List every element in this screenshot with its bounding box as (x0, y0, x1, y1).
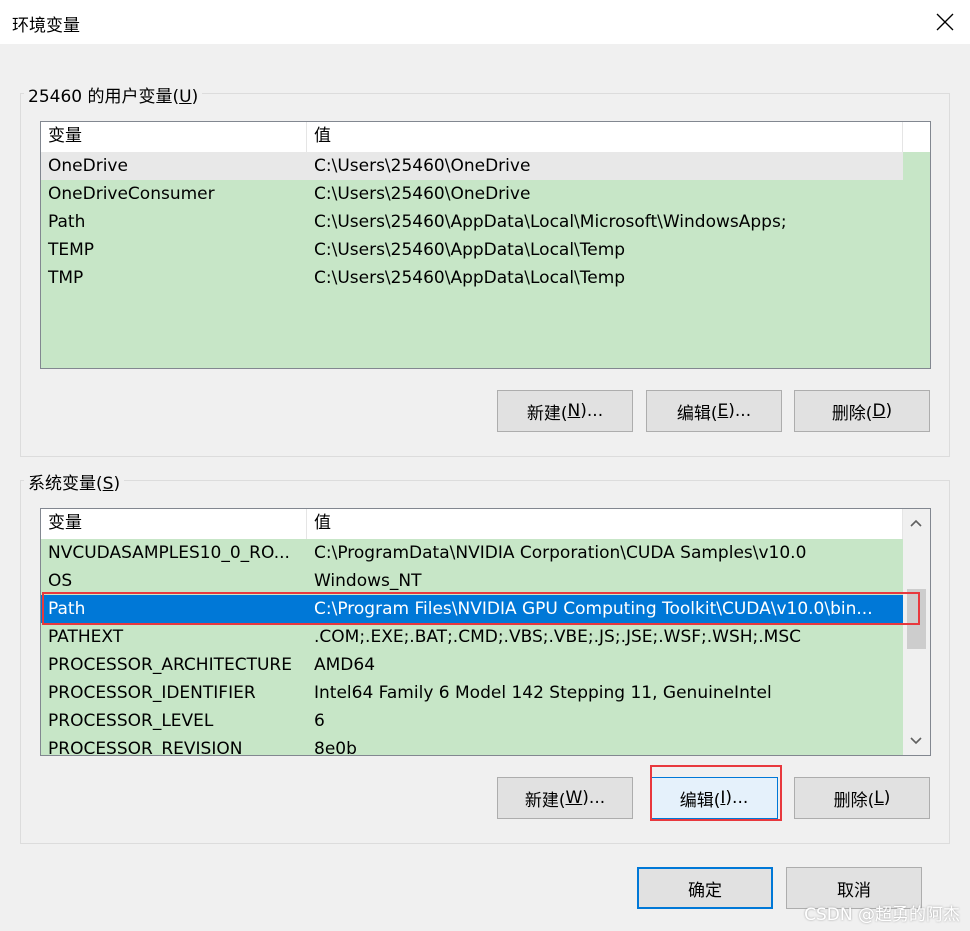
var-value: C:\ProgramData\NVIDIA Corporation\CUDA S… (314, 543, 807, 563)
var-value: 6 (314, 711, 325, 731)
var-name: PATHEXT (48, 627, 124, 647)
user-vars-list-header: 变量 值 (41, 122, 903, 152)
var-name: Path (48, 212, 86, 232)
table-row[interactable]: PROCESSOR_REVISION 8e0b (41, 735, 903, 756)
var-name: Path (48, 599, 86, 619)
var-value: Intel64 Family 6 Model 142 Stepping 11, … (314, 683, 772, 703)
scroll-thumb[interactable] (907, 589, 926, 649)
system-vars-label-prefix: 系统变量( (28, 474, 103, 494)
watermark: CSDN @超勇的阿杰 (804, 905, 960, 925)
var-name: OneDriveConsumer (48, 184, 215, 204)
user-vars-rows: OneDrive C:\Users\25460\OneDrive OneDriv… (41, 152, 903, 292)
var-value: Windows_NT (314, 571, 422, 591)
var-name: TMP (48, 268, 84, 288)
table-row[interactable]: NVCUDASAMPLES10_0_RO... C:\ProgramData\N… (41, 539, 903, 567)
column-header-value[interactable]: 值 (307, 122, 903, 152)
system-vars-list-header: 变量 值 (41, 509, 903, 539)
system-vars-rows: NVCUDASAMPLES10_0_RO... C:\ProgramData\N… (41, 539, 903, 756)
user-vars-list[interactable]: 变量 值 OneDrive C:\Users\25460\OneDrive On… (40, 121, 931, 369)
user-new-button[interactable]: 新建(N)... (497, 390, 633, 432)
user-vars-label-suffix: ) (191, 87, 199, 107)
var-value: C:\Program Files\NVIDIA GPU Computing To… (314, 599, 873, 619)
var-name: TEMP (48, 240, 95, 260)
header-filler (903, 122, 930, 152)
table-row[interactable]: OneDrive C:\Users\25460\OneDrive (41, 152, 903, 180)
table-row[interactable]: TEMP C:\Users\25460\AppData\Local\Temp (41, 236, 903, 264)
var-value: AMD64 (314, 655, 376, 675)
close-icon (936, 13, 954, 31)
var-value: C:\Users\25460\AppData\Local\Temp (314, 240, 626, 260)
table-row[interactable]: TMP C:\Users\25460\AppData\Local\Temp (41, 264, 903, 292)
system-vars-list[interactable]: 变量 值 NVCUDASAMPLES10_0_RO... C:\ProgramD… (40, 508, 931, 756)
var-value: .COM;.EXE;.BAT;.CMD;.VBS;.VBE;.JS;.JSE;.… (314, 627, 802, 647)
var-name: OneDrive (48, 156, 128, 176)
window-title: 环境变量 (12, 16, 80, 36)
chevron-up-icon (910, 519, 922, 527)
system-vars-label-key: S (102, 474, 114, 494)
var-value: 8e0b (314, 739, 357, 756)
var-name: PROCESSOR_REVISION (48, 739, 243, 756)
table-row-selected[interactable]: Path C:\Program Files\NVIDIA GPU Computi… (41, 595, 903, 623)
var-name: PROCESSOR_IDENTIFIER (48, 683, 256, 703)
scroll-up-button[interactable] (903, 511, 929, 535)
var-name: OS (48, 571, 73, 591)
system-vars-label: 系统变量(S) (24, 469, 125, 494)
close-button[interactable] (920, 0, 970, 44)
table-row[interactable]: Path C:\Users\25460\AppData\Local\Micros… (41, 208, 903, 236)
table-row[interactable]: PROCESSOR_IDENTIFIER Intel64 Family 6 Mo… (41, 679, 903, 707)
system-delete-button[interactable]: 删除(L) (794, 777, 930, 819)
chevron-down-icon (910, 737, 922, 745)
user-edit-button[interactable]: 编辑(E)... (646, 390, 782, 432)
column-header-variable[interactable]: 变量 (41, 122, 307, 152)
system-vars-label-suffix: ) (113, 474, 121, 494)
var-name: PROCESSOR_ARCHITECTURE (48, 655, 292, 675)
system-edit-button[interactable]: 编辑(I)... (650, 777, 778, 819)
var-value: C:\Users\25460\AppData\Local\Temp (314, 268, 626, 288)
ok-button[interactable]: 确定 (637, 867, 773, 909)
var-value: C:\Users\25460\OneDrive (314, 184, 531, 204)
table-row[interactable]: PATHEXT .COM;.EXE;.BAT;.CMD;.VBS;.VBE;.J… (41, 623, 903, 651)
system-new-button[interactable]: 新建(W)... (497, 777, 633, 819)
table-row[interactable]: OneDriveConsumer C:\Users\25460\OneDrive (41, 180, 903, 208)
table-row[interactable]: PROCESSOR_LEVEL 6 (41, 707, 903, 735)
user-delete-button[interactable]: 删除(D) (794, 390, 930, 432)
table-row[interactable]: OS Windows_NT (41, 567, 903, 595)
scroll-down-button[interactable] (903, 729, 929, 753)
column-header-variable[interactable]: 变量 (41, 509, 307, 539)
var-value: C:\Users\25460\OneDrive (314, 156, 531, 176)
user-vars-label-key: U (179, 87, 192, 107)
user-vars-label-prefix: 25460 的用户变量( (28, 87, 180, 107)
system-vars-scrollbar[interactable] (903, 509, 930, 755)
title-bar: 环境变量 (0, 0, 970, 44)
column-header-value[interactable]: 值 (307, 509, 903, 539)
var-name: NVCUDASAMPLES10_0_RO... (48, 543, 290, 563)
table-row[interactable]: PROCESSOR_ARCHITECTURE AMD64 (41, 651, 903, 679)
user-vars-label: 25460 的用户变量(U) (24, 82, 203, 107)
var-value: C:\Users\25460\AppData\Local\Microsoft\W… (314, 212, 787, 232)
var-name: PROCESSOR_LEVEL (48, 711, 214, 731)
